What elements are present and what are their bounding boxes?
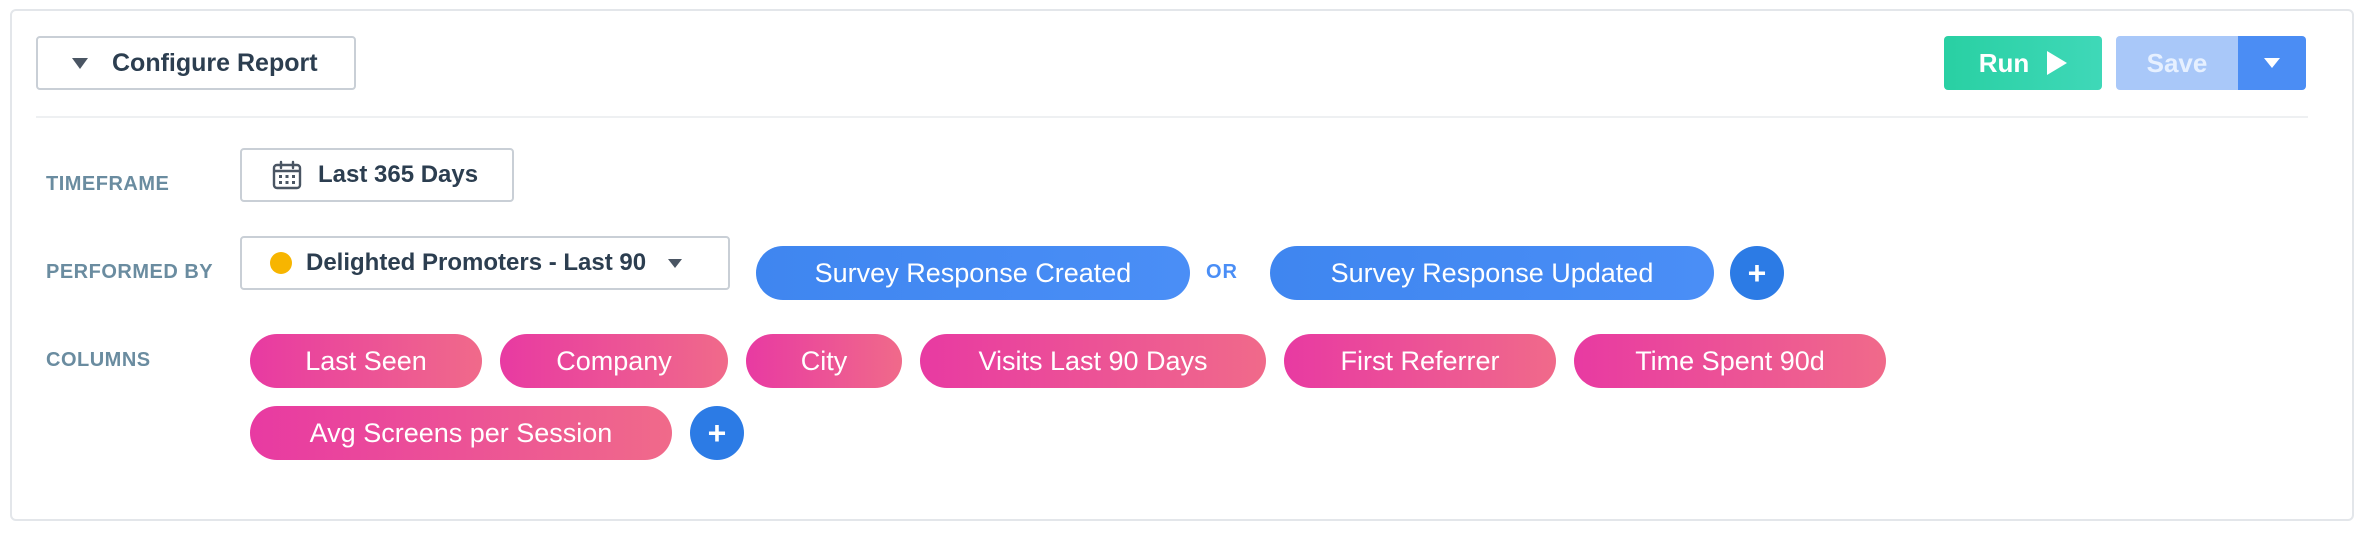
column-label: Avg Screens per Session [309,417,613,448]
column-label: Time Spent 90d [1635,345,1825,376]
plus-icon: + [707,415,727,451]
save-label: Save [2146,47,2208,78]
timeframe-selector[interactable]: Last 365 Days [240,148,514,202]
configure-report-toggle[interactable]: Configure Report [36,36,356,90]
calendar-icon [272,160,302,190]
column-pill[interactable]: Last Seen [250,334,482,388]
run-button[interactable]: Run [1944,36,2102,90]
column-pill[interactable]: Company [500,334,728,388]
segment-color-dot [270,252,292,274]
segment-selector[interactable]: Delighted Promoters - Last 90 [240,236,730,290]
performed-by-label: PERFORMED BY [46,261,214,283]
event-pill[interactable]: Survey Response Created [756,246,1190,300]
timeframe-label: TIMEFRAME [46,173,170,195]
caret-down-icon [72,57,88,69]
column-pill[interactable]: Visits Last 90 Days [920,334,1266,388]
event-label: Survey Response Updated [1330,257,1654,288]
timeframe-value: Last 365 Days [318,161,479,188]
column-pill[interactable]: Time Spent 90d [1574,334,1886,388]
caret-down-icon [2264,58,2280,68]
header-divider [36,116,2308,118]
column-label: City [800,345,848,376]
event-label: Survey Response Created [814,257,1132,288]
caret-down-icon [668,258,683,268]
save-button[interactable]: Save [2116,36,2238,90]
run-label: Run [1978,47,2030,78]
column-label: First Referrer [1340,345,1500,376]
save-options-dropdown[interactable] [2238,36,2306,90]
column-label: Company [556,345,672,376]
add-column-button[interactable]: + [690,406,744,460]
plus-icon: + [1747,255,1767,291]
event-connector: OR [1206,261,1238,283]
event-pill[interactable]: Survey Response Updated [1270,246,1714,300]
column-pill[interactable]: City [746,334,902,388]
columns-label: COLUMNS [46,349,151,371]
segment-name: Delighted Promoters - Last 90 [306,249,647,276]
configure-report-label: Configure Report [112,48,318,77]
column-label: Visits Last 90 Days [978,345,1208,376]
column-pill[interactable]: First Referrer [1284,334,1556,388]
play-icon [2047,51,2068,75]
add-event-button[interactable]: + [1730,246,1784,300]
column-label: Last Seen [305,345,427,376]
column-pill[interactable]: Avg Screens per Session [250,406,672,460]
